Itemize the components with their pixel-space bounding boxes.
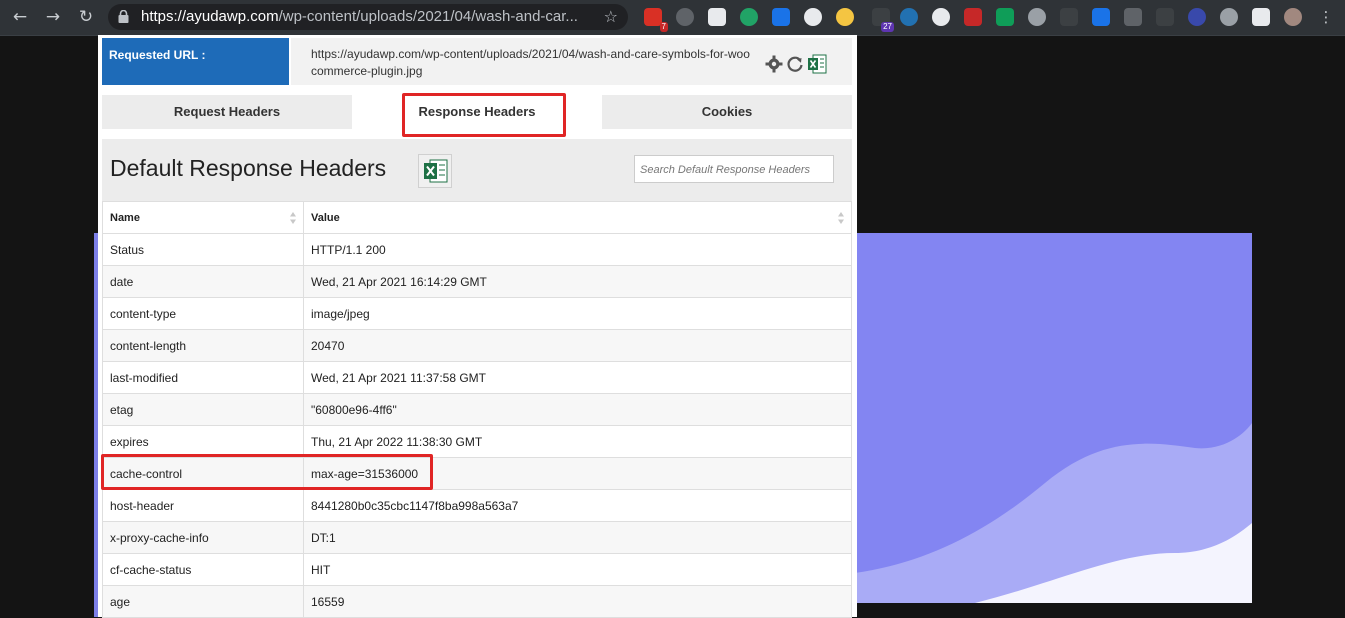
requested-url: https://ayudawp.com/wp-content/uploads/2… <box>311 47 750 78</box>
link-extension-icon[interactable] <box>1028 8 1046 26</box>
wp-extension-icon[interactable] <box>900 8 918 26</box>
settings-extension-icon[interactable] <box>1188 8 1206 26</box>
table-row: Status HTTP/1.1 200 <box>102 233 852 266</box>
requested-url-label-box: Requested URL : <box>102 38 289 85</box>
header-value: HTTP/1.1 200 <box>303 233 852 266</box>
font-extension-icon[interactable] <box>1060 8 1078 26</box>
header-name: age <box>102 585 304 618</box>
search-headers-input[interactable]: Search Default Response Headers <box>634 155 834 183</box>
column-header-value[interactable]: Value <box>303 201 852 234</box>
header-value: "60800e96-4ff6" <box>303 393 852 426</box>
header-value: Wed, 21 Apr 2021 16:14:29 GMT <box>303 265 852 298</box>
header-name: etag <box>102 393 304 426</box>
url-text[interactable]: https://ayudawp.com/wp-content/uploads/2… <box>141 8 591 25</box>
header-value: 8441280b0c35cbc1147f8ba998a563a7 <box>303 489 852 522</box>
header-value: HIT <box>303 553 852 586</box>
wordpress-extension-icon[interactable] <box>740 8 758 26</box>
table-row: date Wed, 21 Apr 2021 16:14:29 GMT <box>102 265 852 298</box>
section-title: Default Response Headers <box>110 155 387 181</box>
table-row: x-proxy-cache-info DT:1 <box>102 521 852 554</box>
excel-export-icon[interactable] <box>807 54 827 74</box>
table-row: content-type image/jpeg <box>102 297 852 330</box>
column-value-label: Value <box>311 211 340 224</box>
forward-arrow-icon[interactable]: → <box>43 7 63 27</box>
response-headers-panel: Default Response Headers Search Default … <box>102 139 852 618</box>
bookmark-star-icon[interactable]: ☆ <box>604 7 618 26</box>
requested-url-box: https://ayudawp.com/wp-content/uploads/2… <box>291 38 852 85</box>
header-name: expires <box>102 425 304 458</box>
header-name: last-modified <box>102 361 304 394</box>
tab-cookies[interactable]: Cookies <box>602 95 852 129</box>
green-extension-icon[interactable] <box>996 8 1014 26</box>
column-name-label: Name <box>110 211 140 224</box>
url-path: /wp-content/uploads/2021/04/wash-and-car… <box>278 8 578 25</box>
cloud-extension-icon[interactable] <box>772 8 790 26</box>
emoji-extension-icon[interactable] <box>836 8 854 26</box>
ip-extension-icon[interactable] <box>804 8 822 26</box>
header-value: 20470 <box>303 329 852 362</box>
excel-download-icon[interactable] <box>418 154 452 188</box>
back-arrow-icon[interactable]: ← <box>10 7 30 27</box>
cache-control-highlight <box>101 454 433 490</box>
header-value: 16559 <box>303 585 852 618</box>
s-extension-icon[interactable] <box>1124 8 1142 26</box>
page-background-image <box>855 233 1252 603</box>
header-name: cf-cache-status <box>102 553 304 586</box>
refresh-icon[interactable] <box>786 55 804 73</box>
address-bar[interactable]: https://ayudawp.com/wp-content/uploads/2… <box>108 4 628 30</box>
mail-badge: 7 <box>659 22 668 32</box>
adblock-extension-icon[interactable] <box>676 8 694 26</box>
header-name: x-proxy-cache-info <box>102 521 304 554</box>
sort-icon[interactable] <box>837 211 845 225</box>
header-name: Status <box>102 233 304 266</box>
url-host: https://ayudawp.com <box>141 8 279 25</box>
gear-extension-icon[interactable] <box>1220 8 1238 26</box>
table-row: host-header 8441280b0c35cbc1147f8ba998a56… <box>102 489 852 522</box>
table-row: etag "60800e96-4ff6" <box>102 393 852 426</box>
gmail-extension-icon[interactable]: 7 <box>644 8 668 32</box>
eyedropper-extension-icon[interactable] <box>1156 8 1174 26</box>
pocket-extension-icon[interactable] <box>708 8 726 26</box>
column-header-name[interactable]: Name <box>102 201 304 234</box>
image-extension-icon[interactable] <box>1092 8 1110 26</box>
more-menu-icon[interactable]: ⋮ <box>1316 7 1336 27</box>
table-row: expires Thu, 21 Apr 2022 11:38:30 GMT <box>102 425 852 458</box>
puzzle-extensions-icon[interactable] <box>1252 8 1270 26</box>
calendar-badge: 27 <box>881 22 894 32</box>
table-row: content-length 20470 <box>102 329 852 362</box>
table-row: cf-cache-status HIT <box>102 553 852 586</box>
header-value: Thu, 21 Apr 2022 11:38:30 GMT <box>303 425 852 458</box>
headers-table: Name Value Status HTTP/1.1 200 date Wed, 2… <box>102 201 852 618</box>
http-headers-popup: Requested URL : https://ayudawp.com/wp-c… <box>98 35 857 618</box>
settings-gear-icon[interactable] <box>765 55 783 73</box>
header-value: DT:1 <box>303 521 852 554</box>
requested-url-label: Requested URL : <box>109 48 206 62</box>
lock-icon <box>118 10 129 23</box>
table-row: last-modified Wed, 21 Apr 2021 11:37:58 G… <box>102 361 852 394</box>
reload-icon[interactable]: ↻ <box>76 7 96 27</box>
response-headers-highlight <box>402 93 566 137</box>
table-row: age 16559 <box>102 585 852 618</box>
sort-icon[interactable] <box>289 211 297 225</box>
header-value: Wed, 21 Apr 2021 11:37:58 GMT <box>303 361 852 394</box>
browser-toolbar: ← → ↻ https://ayudawp.com/wp-content/upl… <box>0 0 1345 36</box>
tab-request-headers[interactable]: Request Headers <box>102 95 352 129</box>
seo-extension-icon[interactable] <box>964 8 982 26</box>
header-name: content-type <box>102 297 304 330</box>
header-name: content-length <box>102 329 304 362</box>
speed-extension-icon[interactable] <box>932 8 950 26</box>
header-name: host-header <box>102 489 304 522</box>
calendar-extension-icon[interactable]: 27 <box>872 8 894 32</box>
header-value: image/jpeg <box>303 297 852 330</box>
avatar[interactable] <box>1284 8 1302 26</box>
header-name: date <box>102 265 304 298</box>
